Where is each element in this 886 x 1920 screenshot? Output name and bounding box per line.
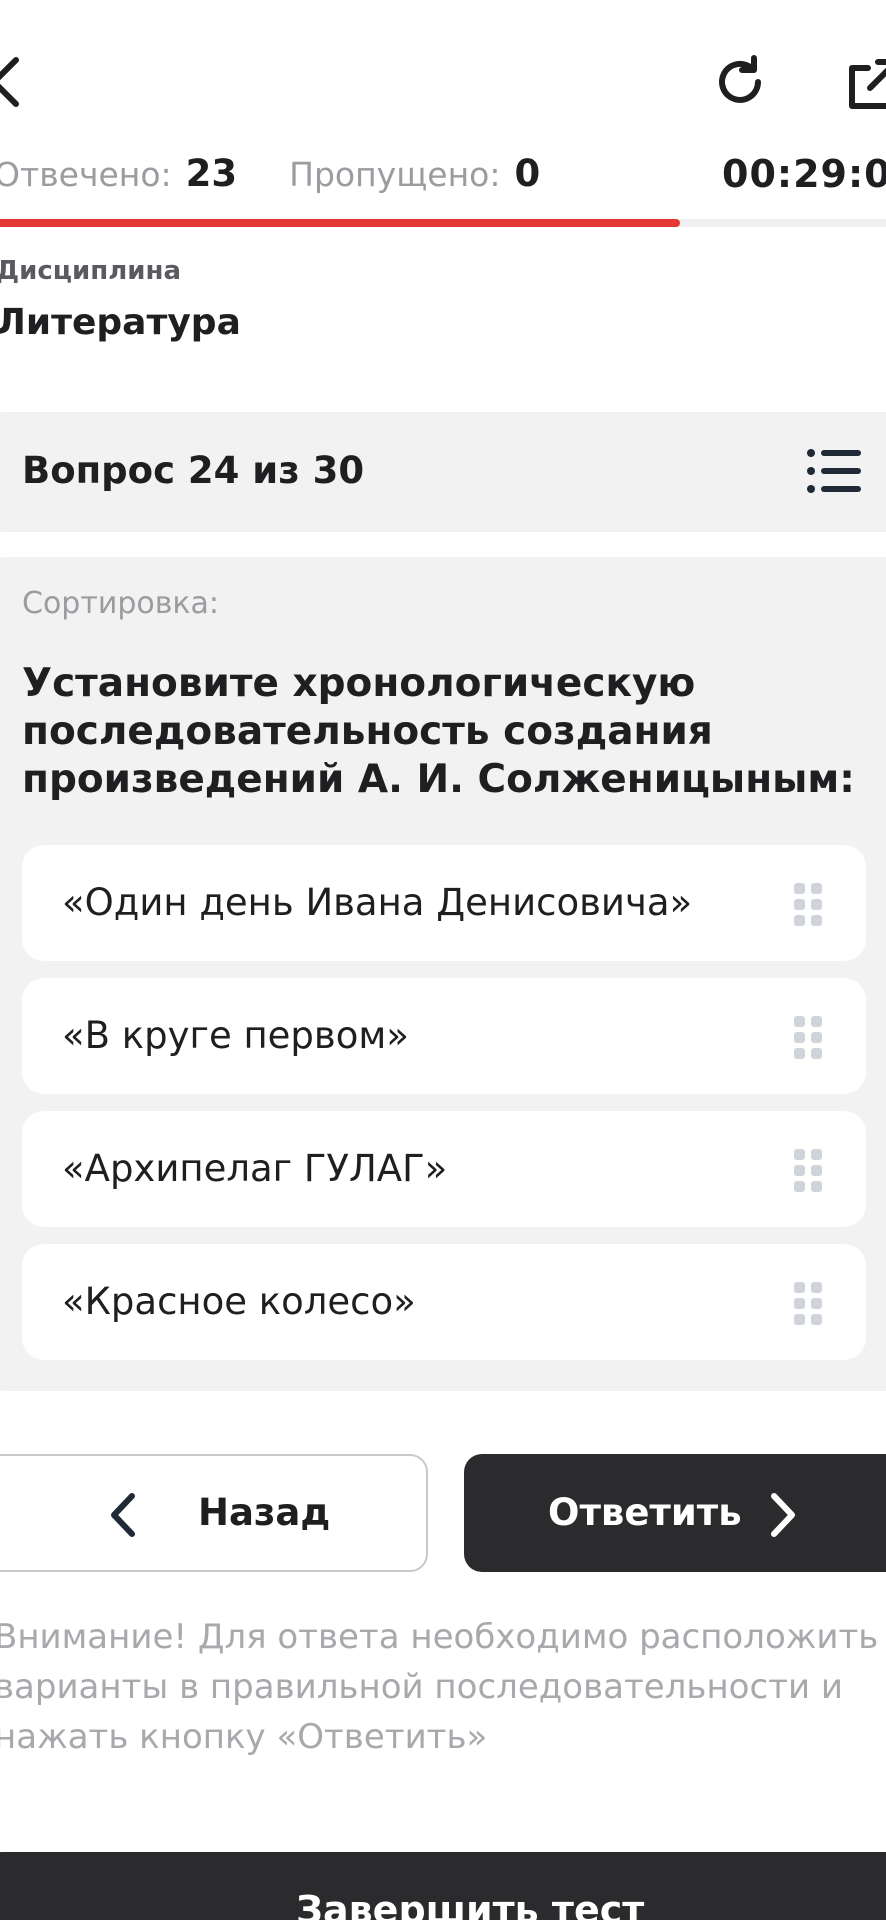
top-bar (0, 0, 886, 160)
option-label: «Один день Ивана Денисовича» (62, 881, 693, 924)
list-icon[interactable] (806, 446, 862, 496)
sort-option[interactable]: «Один день Ивана Денисовича» (22, 845, 866, 961)
drag-handle-icon[interactable] (792, 1014, 824, 1060)
progress-fill (0, 219, 680, 227)
sort-option[interactable]: «В круге первом» (22, 978, 866, 1094)
chevron-left-icon (111, 1493, 135, 1537)
discipline-value: Литература (0, 302, 241, 343)
drag-handle-icon[interactable] (792, 881, 824, 927)
answered-count: 23 (185, 152, 238, 195)
drag-handle-icon[interactable] (792, 1280, 824, 1326)
sort-option[interactable]: «Красное колесо» (22, 1244, 866, 1360)
back-button[interactable]: Назад (0, 1454, 428, 1572)
reload-icon[interactable] (712, 54, 768, 110)
notice-text: Внимание! Для ответа необходимо располож… (0, 1617, 879, 1757)
discipline-label: Дисциплина (0, 256, 182, 286)
answered-label: Отвечено: (0, 155, 172, 194)
option-label: «Архипелаг ГУЛАГ» (62, 1147, 448, 1190)
chevron-left-icon[interactable] (0, 54, 26, 110)
answer-button-label: Ответить (548, 1491, 742, 1534)
drag-handle-icon[interactable] (792, 1147, 824, 1193)
timer: 00:29:04 (722, 152, 886, 196)
option-label: «Красное колесо» (62, 1280, 416, 1323)
skipped-count: 0 (514, 152, 541, 195)
option-label: «В круге первом» (62, 1014, 409, 1057)
answer-stats: Отвечено: 23 Пропущено: 0 (0, 152, 540, 202)
finish-test-label: Завершить тест (296, 1888, 645, 1920)
question-counter: Вопрос 24 из 30 (22, 449, 365, 492)
back-button-label: Назад (198, 1491, 331, 1534)
answer-button[interactable]: Ответить (464, 1454, 886, 1572)
chevron-right-icon (771, 1493, 795, 1537)
sort-option[interactable]: «Архипелаг ГУЛАГ» (22, 1111, 866, 1227)
skipped-label: Пропущено: (289, 155, 501, 194)
finish-test-button[interactable]: Завершить тест (0, 1852, 886, 1920)
question-type: Сортировка: (22, 586, 220, 621)
progress-bar (0, 219, 886, 227)
external-link-icon[interactable] (846, 58, 886, 110)
question-text: Установите хронологическую последователь… (22, 661, 855, 802)
